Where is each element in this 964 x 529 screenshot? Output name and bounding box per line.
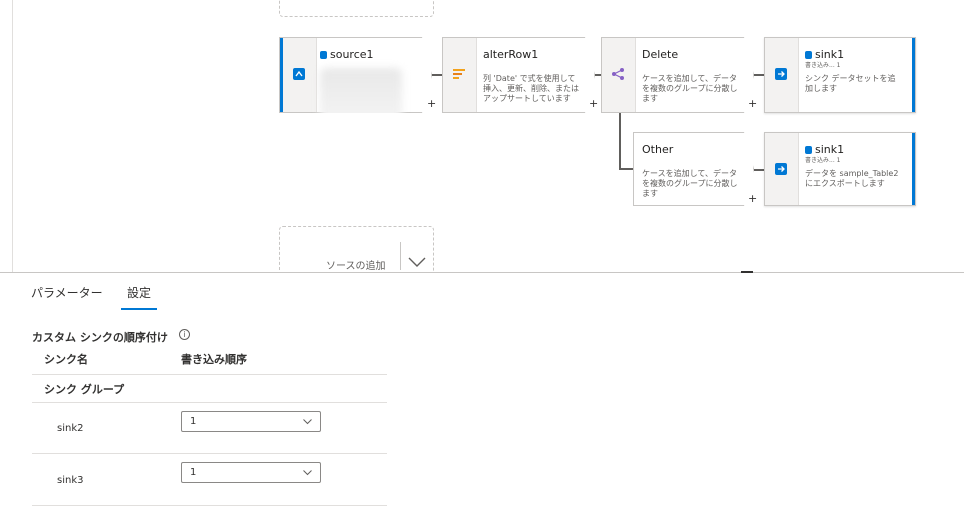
sink-bottom-sub: 書き込み... 1 xyxy=(805,157,841,164)
connector-4 xyxy=(754,169,764,171)
tab-parameters[interactable]: パラメーター xyxy=(31,284,103,301)
split-delete-title: Delete xyxy=(642,48,679,61)
sink-icon xyxy=(775,68,787,80)
row-divider xyxy=(32,374,387,375)
write-order-dropdown[interactable]: 1 xyxy=(181,462,321,483)
sink-icon xyxy=(775,163,787,175)
alter-row-node[interactable]: alterRow1 列 'Date' で式を使用して挿入、更新、削除、またはアッ… xyxy=(442,37,595,113)
sink-node-bottom[interactable]: sink1 書き込み... 1 データを sample_Table2 にエクスポ… xyxy=(764,132,916,206)
row-divider xyxy=(32,505,387,506)
split-connector-horizontal xyxy=(619,168,633,170)
blurred-content xyxy=(320,68,402,122)
chevron-down-icon xyxy=(303,419,312,425)
alter-strip xyxy=(443,38,477,112)
split-other-desc: ケースを追加して、データを複数のグループに分散します xyxy=(642,169,738,198)
alter-row-icon xyxy=(452,67,466,81)
sink-top-desc: シンク データセットを追加します xyxy=(805,74,896,93)
source-title: source1 xyxy=(320,48,374,61)
split-strip xyxy=(602,38,636,112)
source-strip xyxy=(283,38,317,112)
sink-bottom-desc: データを sample_Table2 にエクスポートします xyxy=(805,169,899,188)
add-after-alter-button[interactable]: + xyxy=(589,98,598,109)
source-icon xyxy=(292,67,306,81)
write-order-value: 1 xyxy=(190,467,197,478)
custom-sink-ordering-title: カスタム シンクの順序付け xyxy=(32,331,168,344)
chevron-down-icon[interactable] xyxy=(408,256,426,268)
row-divider xyxy=(32,453,387,454)
splitter-handle[interactable] xyxy=(741,271,753,273)
tab-settings[interactable]: 設定 xyxy=(120,284,158,310)
connector-3 xyxy=(754,74,764,76)
add-after-other-button[interactable]: + xyxy=(748,193,757,204)
sink-top-edge xyxy=(912,38,915,112)
alter-row-title: alterRow1 xyxy=(483,48,539,61)
add-source-label[interactable]: ソースの追加 xyxy=(326,257,386,272)
split-delete-desc: ケースを追加して、データを複数のグループに分散します xyxy=(642,74,738,103)
alter-row-desc: 列 'Date' で式を使用して挿入、更新、削除、またはアップサートしています xyxy=(483,74,579,103)
sink-node-top[interactable]: sink1 書き込み... 1 シンク データセットを追加します xyxy=(764,37,916,113)
column-header-sink-name: シンク名 xyxy=(44,353,88,366)
panel-splitter[interactable] xyxy=(0,272,964,273)
add-after-source-button[interactable]: + xyxy=(427,98,436,109)
sink-row-name: sink3 xyxy=(57,475,84,486)
sink-top-sub: 書き込み... 1 xyxy=(805,62,841,69)
source-node[interactable]: source1 xyxy=(279,37,432,113)
sink-row-name: sink2 xyxy=(57,423,84,434)
sink-group-label: シンク グループ xyxy=(44,383,125,396)
info-icon[interactable]: i xyxy=(179,329,190,340)
conditional-split-icon xyxy=(611,67,625,81)
sink-strip xyxy=(765,38,799,112)
add-after-delete-button[interactable]: + xyxy=(748,98,757,109)
split-other-node[interactable]: Other ケースを追加して、データを複数のグループに分散します xyxy=(633,132,754,206)
connector-1 xyxy=(432,74,442,76)
row-divider xyxy=(32,402,387,403)
split-connector-vertical xyxy=(619,113,621,170)
write-order-value: 1 xyxy=(190,416,197,427)
chevron-down-icon xyxy=(303,470,312,476)
canvas-divider xyxy=(12,0,13,272)
add-source-box-top[interactable] xyxy=(279,0,434,17)
split-other-title: Other xyxy=(642,143,674,156)
data-flow-canvas[interactable]: source1 + alterRow1 列 'Date' で式を使用して挿入、更… xyxy=(0,0,964,272)
column-header-write-order: 書き込み順序 xyxy=(181,353,247,366)
add-source-separator xyxy=(400,242,401,270)
sink-strip-2 xyxy=(765,133,799,205)
split-delete-node[interactable]: Delete ケースを追加して、データを複数のグループに分散します xyxy=(601,37,754,113)
write-order-dropdown[interactable]: 1 xyxy=(181,411,321,432)
sink-bottom-edge xyxy=(912,133,915,205)
